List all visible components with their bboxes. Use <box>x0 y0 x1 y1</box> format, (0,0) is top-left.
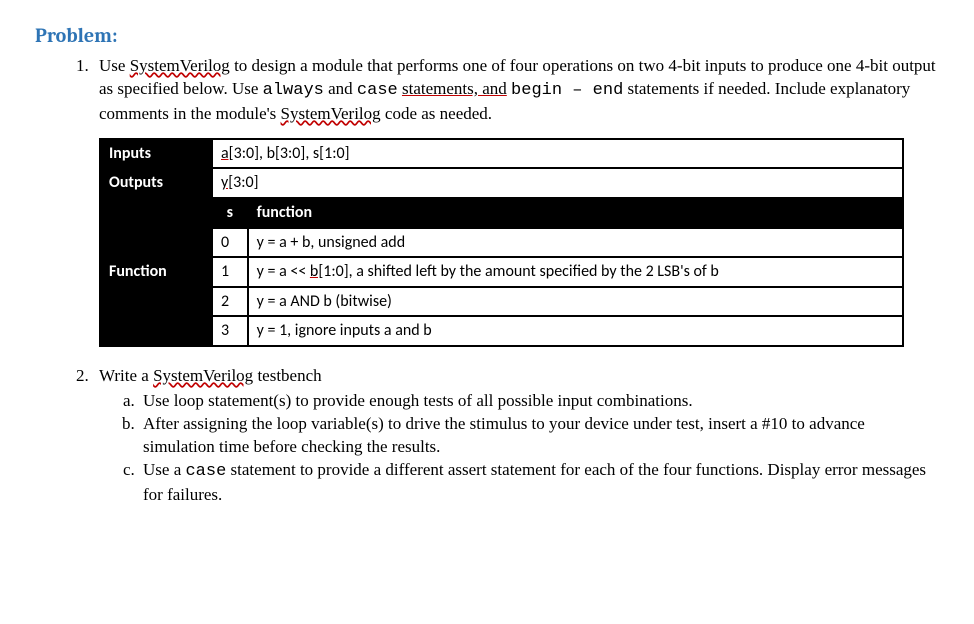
underline-statements-and: statements, and <box>402 79 507 98</box>
text: 3:0] <box>234 144 259 163</box>
sublist: Use loop statement(s) to provide enough … <box>99 390 939 507</box>
cell-s: 1 <box>212 257 248 287</box>
text: statement to provide a different assert … <box>143 460 926 504</box>
item-2a: Use loop statement(s) to provide enough … <box>139 390 939 413</box>
cell-s: 0 <box>212 228 248 258</box>
row-inputs: Inputs a[3:0], b[3:0], s[1:0] <box>100 139 903 169</box>
code-begin: begin <box>511 81 562 100</box>
item-2c: Use a case statement to provide a differ… <box>139 459 939 507</box>
squiggly-systemverilog-2: SystemVerilog <box>281 104 381 123</box>
text: Use a <box>143 460 185 479</box>
underline-b-bracket: b[ <box>310 262 323 281</box>
underline-a-bracket: a[ <box>221 144 234 163</box>
text: Write a <box>99 366 153 385</box>
problem-heading: Problem: <box>35 22 939 49</box>
text: Use <box>99 56 130 75</box>
table-row: 3 y = 1, ignore inputs a and b <box>100 316 903 346</box>
code-case-2: case <box>185 462 226 481</box>
squiggly-systemverilog-3: SystemVerilog <box>153 366 253 385</box>
text: 3:0] <box>233 173 258 192</box>
row-outputs: Outputs y[3:0] <box>100 168 903 198</box>
text: code as needed. <box>381 104 492 123</box>
text: and <box>324 79 357 98</box>
cell-outputs-value: y[3:0] <box>212 168 903 198</box>
underline-y-bracket: y[ <box>221 173 233 192</box>
cell-s-head: s <box>212 198 248 228</box>
cell-function-head: function <box>248 198 903 228</box>
cell-outputs-label: Outputs <box>100 168 212 198</box>
item-1: Use SystemVerilog to design a module tha… <box>93 55 939 347</box>
row-function: Function s function <box>100 198 903 228</box>
cell-fn: y = a AND b (bitwise) <box>248 287 903 317</box>
cell-fn: y = a + b, unsigned add <box>248 228 903 258</box>
text: , b[3:0], s[1:0] <box>259 144 350 163</box>
table-row: 0 y = a + b, unsigned add <box>100 228 903 258</box>
outer-list: Use SystemVerilog to design a module tha… <box>35 55 939 507</box>
item-2b: After assigning the loop variable(s) to … <box>139 413 939 459</box>
cell-s: 3 <box>212 316 248 346</box>
cell-function-label: Function <box>100 198 212 346</box>
table-row: 1 y = a << b[1:0], a shifted left by the… <box>100 257 903 287</box>
cell-fn: y = a << b[1:0], a shifted left by the a… <box>248 257 903 287</box>
code-case: case <box>357 81 398 100</box>
cell-fn: y = 1, ignore inputs a and b <box>248 316 903 346</box>
code-always: always <box>263 81 324 100</box>
text: testbench <box>253 366 321 385</box>
dash: – <box>562 81 593 100</box>
table-row: 2 y = a AND b (bitwise) <box>100 287 903 317</box>
cell-inputs-value: a[3:0], b[3:0], s[1:0] <box>212 139 903 169</box>
text: y = a << <box>257 262 310 281</box>
text: 1:0], a shifted left by the amount speci… <box>323 262 719 281</box>
cell-s: 2 <box>212 287 248 317</box>
cell-inputs-label: Inputs <box>100 139 212 169</box>
spec-table: Inputs a[3:0], b[3:0], s[1:0] Outputs y[… <box>99 138 904 347</box>
code-end: end <box>593 81 624 100</box>
squiggly-systemverilog: SystemVerilog <box>130 56 230 75</box>
item-2: Write a SystemVerilog testbench Use loop… <box>93 365 939 507</box>
